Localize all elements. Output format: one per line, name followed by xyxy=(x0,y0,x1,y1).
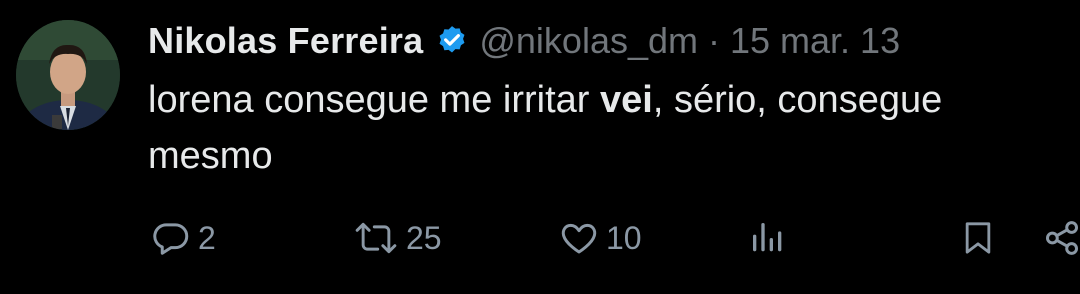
tweet-text-part: lorena consegue me irritar xyxy=(148,79,600,121)
views-icon xyxy=(748,217,788,259)
retweet-icon xyxy=(352,217,400,259)
tweet-text-bold: vei xyxy=(600,79,653,121)
heart-icon xyxy=(558,217,600,259)
tweet-text: lorena consegue me irritar vei, sério, c… xyxy=(148,72,1068,184)
like-button[interactable]: 10 xyxy=(558,210,642,266)
views-button[interactable] xyxy=(748,210,788,266)
reply-count: 2 xyxy=(198,219,216,256)
reply-button[interactable]: 2 xyxy=(150,210,216,266)
author-name[interactable]: Nikolas Ferreira xyxy=(148,20,423,62)
tweet[interactable]: Nikolas Ferreira @nikolas_dm · 15 mar. 1… xyxy=(0,0,1080,294)
avatar[interactable] xyxy=(16,20,120,130)
bookmark-icon xyxy=(958,217,998,259)
reply-icon xyxy=(150,217,192,259)
retweet-count: 25 xyxy=(406,219,442,256)
tweet-header: Nikolas Ferreira @nikolas_dm · 15 mar. 1… xyxy=(148,16,900,66)
separator-dot: · xyxy=(708,20,720,61)
action-bar: 2 25 10 xyxy=(0,210,1080,266)
author-handle[interactable]: @nikolas_dm xyxy=(479,20,698,62)
share-icon xyxy=(1044,217,1080,259)
retweet-button[interactable]: 25 xyxy=(352,210,442,266)
bookmark-button[interactable] xyxy=(958,210,998,266)
verified-badge-icon xyxy=(435,24,469,58)
share-button[interactable] xyxy=(1044,210,1080,266)
tweet-date[interactable]: 15 mar. 13 xyxy=(730,20,900,62)
like-count: 10 xyxy=(606,219,642,256)
